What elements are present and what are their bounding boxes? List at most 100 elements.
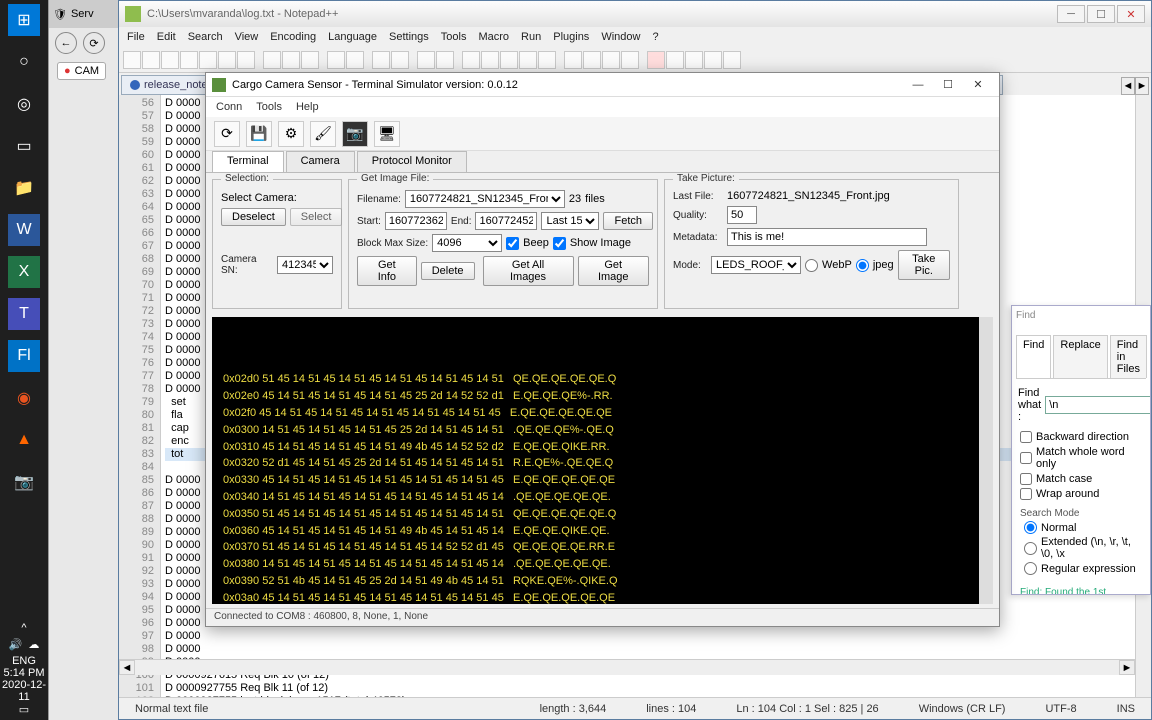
start-input[interactable] xyxy=(385,212,447,230)
camera-app-icon[interactable]: 📷 xyxy=(8,466,40,498)
chk-wrap[interactable] xyxy=(1020,488,1032,500)
find-tab-replace[interactable]: Replace xyxy=(1053,335,1107,378)
tool-gear-icon[interactable]: ⚙ xyxy=(278,121,304,147)
tool-closeall-icon[interactable] xyxy=(218,51,236,69)
block-select[interactable]: 4096 xyxy=(432,234,502,252)
meta-input[interactable] xyxy=(727,228,927,246)
tool-indent-icon[interactable] xyxy=(519,51,537,69)
tool-playmulti-icon[interactable] xyxy=(704,51,722,69)
tool-monitor-icon[interactable] xyxy=(621,51,639,69)
vlc-icon[interactable]: ▲ xyxy=(8,424,40,456)
tool-rec-icon[interactable] xyxy=(647,51,665,69)
select-button[interactable]: Select xyxy=(290,208,343,226)
tool-map-icon[interactable] xyxy=(583,51,601,69)
refresh-icon[interactable]: ⟳ xyxy=(83,32,105,54)
notifications-icon[interactable]: ▭ xyxy=(0,703,48,716)
cargo-maximize-button[interactable]: ☐ xyxy=(933,75,963,95)
word-icon[interactable]: W xyxy=(8,214,40,246)
tab-camera[interactable]: Camera xyxy=(286,151,355,172)
menu-window[interactable]: Window xyxy=(601,31,640,43)
minimize-button[interactable]: ─ xyxy=(1057,5,1085,23)
menu-encoding[interactable]: Encoding xyxy=(270,31,316,43)
tool-new-icon[interactable] xyxy=(123,51,141,69)
tool-folder-icon[interactable] xyxy=(538,51,556,69)
showimg-check[interactable] xyxy=(553,237,566,250)
maximize-button[interactable]: ☐ xyxy=(1087,5,1115,23)
getimage-button[interactable]: Get Image xyxy=(578,256,650,286)
range-select[interactable]: Last 15 Min. xyxy=(541,212,599,230)
find-tab-infiles[interactable]: Find in Files xyxy=(1110,335,1147,378)
tool-open-icon[interactable] xyxy=(142,51,160,69)
tab-scroll-left[interactable]: ◄ xyxy=(1121,77,1135,95)
menu-tools[interactable]: Tools xyxy=(256,101,282,113)
delete-button[interactable]: Delete xyxy=(421,262,475,280)
chk-whole[interactable] xyxy=(1020,452,1032,464)
tool-find-icon[interactable] xyxy=(372,51,390,69)
tool-camera-icon[interactable]: 📷 xyxy=(342,121,368,147)
menu-help[interactable]: ? xyxy=(652,31,658,43)
cargo-menubar[interactable]: Conn Tools Help xyxy=(206,97,999,117)
tab-protocol[interactable]: Protocol Monitor xyxy=(357,151,467,172)
clock-date[interactable]: 2020-12-11 xyxy=(0,679,48,703)
filename-select[interactable]: 1607724821_SN12345_Front.jpg xyxy=(405,190,565,208)
tool-monitor-icon[interactable]: 🖥 xyxy=(374,121,400,147)
chk-backward[interactable] xyxy=(1020,431,1032,443)
onedrive-icon[interactable]: ☁ xyxy=(28,638,39,651)
tool-doc-icon[interactable] xyxy=(602,51,620,69)
tool-paste-icon[interactable] xyxy=(301,51,319,69)
find-what-input[interactable] xyxy=(1045,396,1151,414)
getall-button[interactable]: Get All Images xyxy=(483,256,574,286)
taskview-icon[interactable]: ▭ xyxy=(8,130,40,162)
cargo-close-button[interactable]: ✕ xyxy=(963,75,993,95)
menu-tools[interactable]: Tools xyxy=(441,31,467,43)
tool-zoomout-icon[interactable] xyxy=(436,51,454,69)
flash-icon[interactable]: Fl xyxy=(8,340,40,372)
menu-view[interactable]: View xyxy=(235,31,259,43)
clock-time[interactable]: 5:14 PM xyxy=(0,667,48,679)
tool-sync-icon[interactable] xyxy=(462,51,480,69)
npp-titlebar[interactable]: C:\Users\mvaranda\log.txt - Notepad++ ─ … xyxy=(119,1,1151,27)
tool-redo-icon[interactable] xyxy=(346,51,364,69)
menu-file[interactable]: File xyxy=(127,31,145,43)
radio-extended[interactable] xyxy=(1024,542,1037,555)
deselect-button[interactable]: Deselect xyxy=(221,208,286,226)
tool-save-icon[interactable]: 💾 xyxy=(246,121,272,147)
tool-save-icon[interactable] xyxy=(161,51,179,69)
find-tab-find[interactable]: Find xyxy=(1016,335,1051,378)
tray[interactable]: ^ 🔊 ☁ ENG 5:14 PM 2020-12-11 ▭ xyxy=(0,618,48,720)
explorer-icon[interactable]: 📁 xyxy=(8,172,40,204)
menu-settings[interactable]: Settings xyxy=(389,31,429,43)
end-input[interactable] xyxy=(475,212,537,230)
fetch-button[interactable]: Fetch xyxy=(603,212,653,230)
hscroll-right-icon[interactable]: ► xyxy=(1119,660,1135,675)
menu-language[interactable]: Language xyxy=(328,31,377,43)
close-button[interactable]: ✕ xyxy=(1117,5,1145,23)
radio-jpeg[interactable] xyxy=(856,259,869,272)
npp-menubar[interactable]: File Edit Search View Encoding Language … xyxy=(119,27,1151,47)
tab-terminal[interactable]: Terminal xyxy=(212,151,284,172)
teams-icon[interactable]: T xyxy=(8,298,40,330)
takepic-button[interactable]: Take Pic. xyxy=(898,250,950,280)
radio-normal[interactable] xyxy=(1024,521,1037,534)
tool-allchars-icon[interactable] xyxy=(500,51,518,69)
menu-help[interactable]: Help xyxy=(296,101,319,113)
cortana-icon[interactable]: ◎ xyxy=(8,88,40,120)
tool-cut-icon[interactable] xyxy=(263,51,281,69)
tool-stop-icon[interactable] xyxy=(666,51,684,69)
quality-input[interactable] xyxy=(727,206,757,224)
start-icon[interactable]: ⊞ xyxy=(8,4,40,36)
search-icon[interactable]: ○ xyxy=(8,46,40,78)
tool-func-icon[interactable] xyxy=(564,51,582,69)
term-scrollbar[interactable] xyxy=(979,317,993,604)
tool-close-icon[interactable] xyxy=(199,51,217,69)
terminal-output[interactable]: 0x02d0 51 45 14 51 45 14 51 45 14 51 45 … xyxy=(212,317,993,604)
tool-brush-icon[interactable]: 🖌 xyxy=(310,121,336,147)
menu-run[interactable]: Run xyxy=(521,31,541,43)
cargo-minimize-button[interactable]: ― xyxy=(903,75,933,95)
chk-case[interactable] xyxy=(1020,473,1032,485)
hscroll-left-icon[interactable]: ◄ xyxy=(119,660,135,675)
lang-indicator[interactable]: ENG xyxy=(0,655,48,667)
menu-plugins[interactable]: Plugins xyxy=(553,31,589,43)
tool-zoomin-icon[interactable] xyxy=(417,51,435,69)
tool-play-icon[interactable] xyxy=(685,51,703,69)
